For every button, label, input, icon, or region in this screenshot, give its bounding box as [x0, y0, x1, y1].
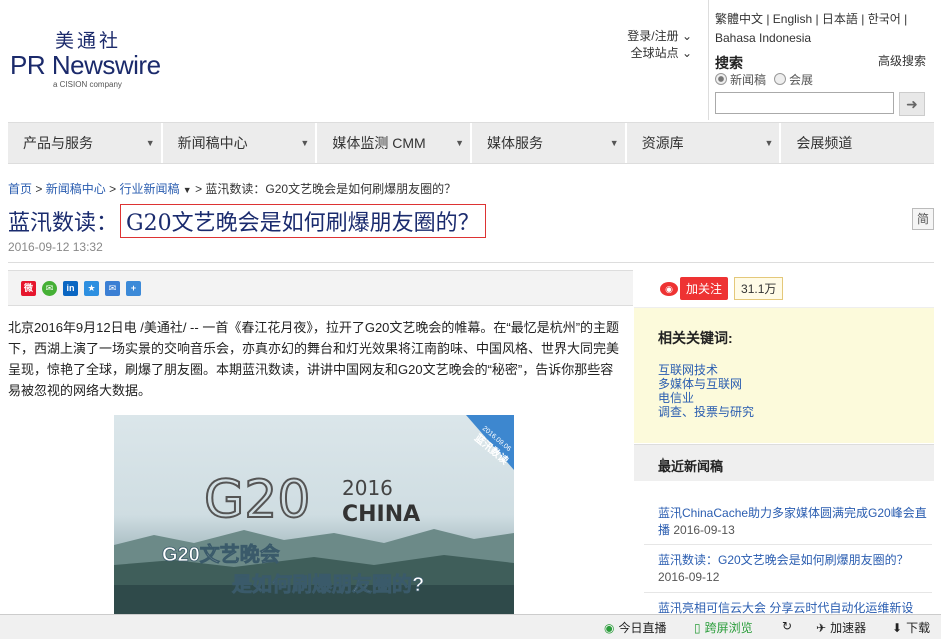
chevron-down-icon: ⌄: [681, 46, 692, 60]
year-text: 2016: [342, 476, 393, 500]
caret-down-icon: ▼: [145, 138, 155, 148]
radio-expo[interactable]: 会展: [774, 71, 813, 88]
cross-screen-button[interactable]: ▯ 跨屏浏览: [694, 619, 753, 636]
title-prefix: 蓝汛数读：: [8, 211, 119, 236]
global-sites-link[interactable]: 全球站点 ⌄: [600, 45, 692, 62]
weibo-icon: ◉: [660, 281, 678, 296]
nav-resources[interactable]: 资源库 ▼: [627, 123, 782, 163]
news-date: 2016-09-13: [673, 523, 735, 537]
image-line2: 是如何刷爆朋友圈的?: [231, 572, 424, 596]
logo-chinese[interactable]: 美通社: [55, 26, 121, 53]
email-share-icon[interactable]: ✉: [105, 280, 120, 296]
breadcrumb-news-center[interactable]: 新闻稿中心: [46, 182, 106, 196]
weibo-share-icon[interactable]: 微: [21, 280, 36, 296]
download-icon: ⬇: [892, 620, 903, 635]
breadcrumb-home[interactable]: 首页: [8, 182, 32, 196]
news-title[interactable]: 蓝汛亮相可信云大会 分享云时代自动化运维新设: [658, 601, 913, 615]
keyword-link[interactable]: 多媒体与互联网: [658, 377, 742, 391]
breadcrumb-sep: >: [109, 182, 117, 196]
browser-status-bar: ◉ 今日直播 ▯ 跨屏浏览 ↻ ✈ 加速器 ⬇ 下载: [0, 614, 941, 639]
refresh-button[interactable]: ↻: [782, 619, 792, 633]
logo-prnewswire[interactable]: PR Newswire: [10, 50, 161, 81]
china-text: CHINA: [342, 502, 420, 527]
main-nav: 产品与服务 ▼ 新闻稿中心 ▼ 媒体监测 CMM ▼ 媒体服务 ▼ 资源库 ▼ 会展频道: [8, 122, 934, 164]
rocket-icon: ✈: [816, 620, 827, 635]
language-links[interactable]: 繁體中文 | English | 日本語 | 한국어 | Bahasa Indo…: [715, 10, 935, 48]
download-button[interactable]: ⬇ 下载: [892, 619, 930, 636]
nav-expo[interactable]: 会展频道: [781, 123, 934, 163]
logo-tagline: a CISION company: [53, 80, 122, 89]
breadcrumb-industry[interactable]: 行业新闻稿: [119, 182, 179, 196]
divider: [644, 544, 932, 545]
breadcrumb-sep: >: [195, 182, 203, 196]
news-title[interactable]: 蓝汛数读：G20文艺晚会是如何刷爆朋友圈的？: [658, 553, 909, 567]
breadcrumb-current: 蓝汛数读：G20文艺晚会是如何刷爆朋友圈的？: [205, 182, 457, 196]
search-input[interactable]: [715, 92, 894, 114]
linkedin-share-icon[interactable]: in: [63, 280, 78, 296]
image-line1: G20文艺晚会: [162, 542, 280, 566]
caret-down-icon: ▼: [455, 138, 465, 148]
weibo-follow: ◉ 加关注 31.1万: [660, 277, 784, 300]
title-main: G20文艺晚会是如何刷爆朋友圈的？: [120, 204, 486, 238]
page-title: 蓝汛数读： G20文艺晚会是如何刷爆朋友圈的？: [8, 204, 486, 238]
related-title: 相关关键词:: [658, 330, 733, 346]
live-button[interactable]: ◉ 今日直播: [604, 619, 667, 636]
news-date: 2016-09-12: [658, 570, 720, 584]
article-body: 北京2016年9月12日电 /美通社/ -- 一首《春江花月夜》，拉开了G20文…: [8, 320, 620, 398]
keyword-link[interactable]: 互联网技术: [658, 363, 718, 377]
arrow-right-icon: ➜: [906, 96, 918, 112]
g20-text: G20: [204, 470, 310, 530]
accelerator-button[interactable]: ✈ 加速器: [816, 619, 866, 636]
breadcrumb-sep: >: [35, 182, 43, 196]
divider: [8, 262, 934, 263]
wechat-share-icon[interactable]: ✉: [42, 280, 57, 296]
search-type-radios: 新闻稿 会展: [715, 71, 813, 88]
news-item[interactable]: 蓝汛数读：G20文艺晚会是如何刷爆朋友圈的？ 2016-09-12: [658, 552, 928, 586]
simplified-toggle-button[interactable]: 简: [912, 208, 934, 230]
radio-unselected-icon: [774, 73, 787, 85]
search-title: 搜索: [715, 55, 743, 71]
keyword-link[interactable]: 电信业: [658, 391, 694, 405]
nav-products[interactable]: 产品与服务 ▼: [8, 123, 163, 163]
article-date: 2016-09-12 13:32: [8, 240, 103, 254]
article-image: 2016.09.06 蓝汛数读 G20 2016 CHINA G20文艺晚会 是…: [114, 415, 514, 615]
live-icon: ◉: [604, 620, 615, 635]
advanced-search-link[interactable]: 高级搜索: [878, 52, 926, 69]
breadcrumb: 首页 > 新闻稿中心 > 行业新闻稿 ▼ > 蓝汛数读：G20文艺晚会是如何刷爆…: [8, 180, 456, 197]
phone-icon: ▯: [694, 620, 701, 635]
keyword-link[interactable]: 调查、投票与研究: [658, 405, 754, 419]
nav-news-center[interactable]: 新闻稿中心 ▼: [163, 123, 318, 163]
chevron-down-icon: ⌄: [681, 29, 692, 43]
news-item[interactable]: 蓝汛ChinaCache助力多家媒体圆满完成G20峰会直播 2016-09-13: [658, 505, 928, 539]
follower-count: 31.1万: [734, 277, 784, 300]
caret-down-icon: ▼: [300, 138, 310, 148]
caret-down-icon: ▼: [182, 185, 192, 195]
g20-banner-image: 2016.09.06 蓝汛数读 G20 2016 CHINA G20文艺晚会 是…: [114, 415, 514, 615]
login-register-link[interactable]: 登录/注册 ⌄: [600, 28, 692, 45]
follow-button[interactable]: 加关注: [680, 277, 729, 300]
search-submit-button[interactable]: ➜: [899, 92, 925, 116]
account-links: 登录/注册 ⌄ 全球站点 ⌄: [600, 28, 692, 62]
divider: [644, 592, 932, 593]
more-share-icon[interactable]: +: [126, 280, 141, 296]
refresh-icon: ↻: [782, 619, 793, 633]
radio-news[interactable]: 新闻稿: [715, 71, 766, 88]
qzone-share-icon[interactable]: ★: [84, 280, 99, 296]
nav-media-services[interactable]: 媒体服务 ▼: [472, 123, 627, 163]
nav-media-monitoring[interactable]: 媒体监测 CMM ▼: [317, 123, 473, 163]
radio-selected-icon: [715, 73, 727, 85]
caret-up-icon[interactable]: ▲: [658, 455, 928, 466]
caret-down-icon: ▼: [609, 138, 619, 148]
latest-news-header: 最近新闻稿 ▲: [634, 444, 934, 481]
related-keywords: 相关关键词: 互联网技术 多媒体与互联网 电信业 调查、投票与研究: [634, 307, 934, 443]
share-bar: 微 ✉ in ★ ✉ +: [8, 270, 633, 306]
caret-down-icon: ▼: [764, 138, 774, 148]
